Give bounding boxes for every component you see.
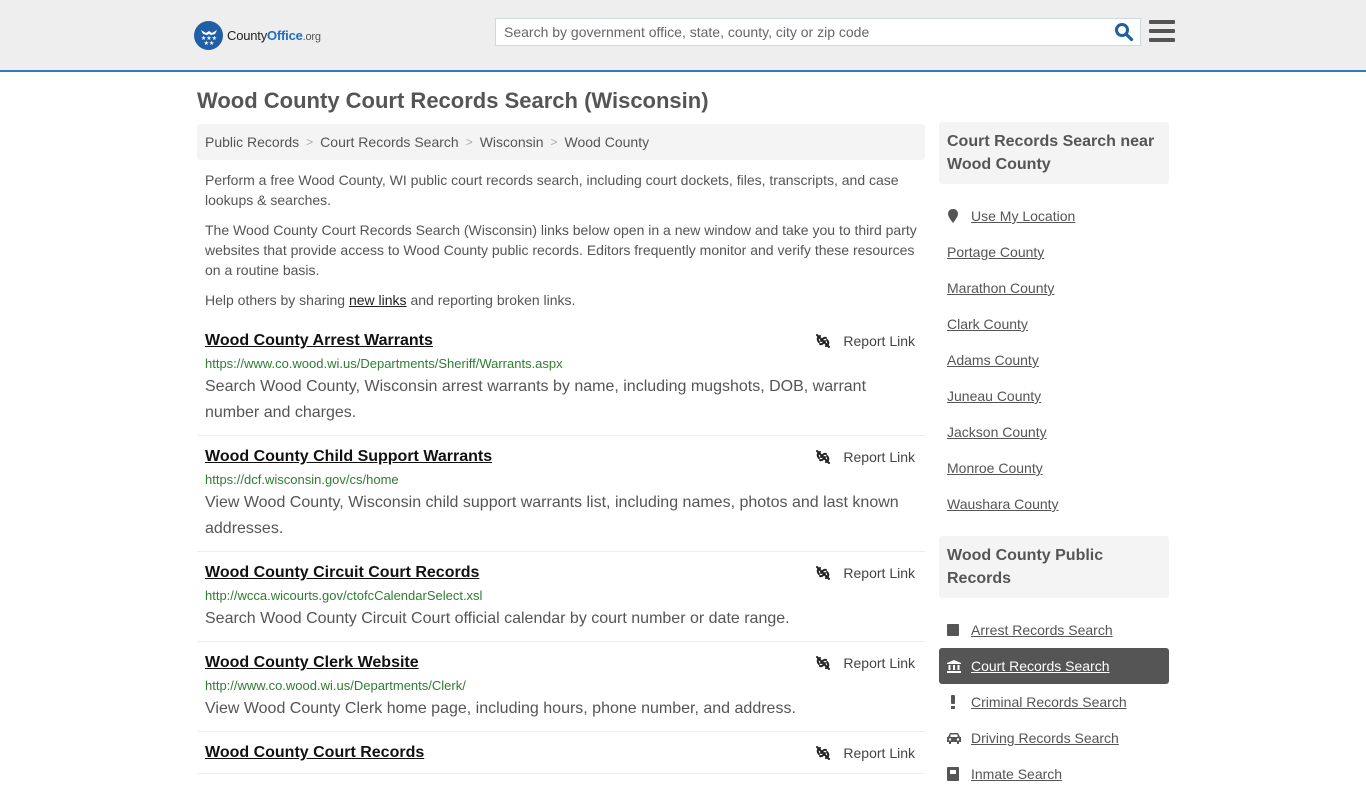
broken-link-icon	[816, 334, 831, 348]
result-url[interactable]: https://www.co.wood.wi.us/Departments/Sh…	[205, 354, 917, 374]
sidebar: Court Records Search near Wood County Us…	[939, 122, 1169, 806]
broken-link-icon	[816, 566, 831, 580]
sidebar-item-inmate-search[interactable]: Inmate Search	[939, 756, 1169, 792]
nearby-county-item: Jackson County	[939, 414, 1169, 450]
result-item: Wood County Arrest Warrants Report Link …	[197, 320, 925, 436]
sidebar-item-arrest-records[interactable]: Arrest Records Search	[939, 612, 1169, 648]
breadcrumb-wisconsin[interactable]: Wisconsin	[480, 134, 544, 150]
menu-bar	[1149, 29, 1175, 33]
map-marker-icon	[947, 209, 963, 223]
use-location-item: Use My Location	[939, 198, 1169, 234]
breadcrumb-separator: >	[465, 135, 473, 149]
nearby-county-item: Adams County	[939, 342, 1169, 378]
report-link-button[interactable]: Report Link	[815, 449, 915, 465]
public-records-heading: Wood County Public Records	[939, 536, 1169, 598]
nearby-county-item: Waushara County	[939, 486, 1169, 522]
breadcrumb-separator: >	[550, 135, 558, 149]
nearby-heading: Court Records Search near Wood County	[939, 122, 1169, 184]
broken-link-icon	[816, 450, 831, 464]
site-header: ★★★ ★★ CountyOffice.org	[0, 0, 1366, 72]
car-icon	[947, 732, 963, 744]
eagle-stars-logo-icon: ★★★ ★★	[194, 20, 223, 50]
results-list: Wood County Arrest Warrants Report Link …	[197, 320, 925, 774]
result-item: Wood County Clerk Website Report Link ht…	[197, 642, 925, 732]
broken-link-icon	[816, 656, 831, 670]
public-records-list: Arrest Records Search Court Records Sear…	[939, 612, 1169, 792]
new-links-link[interactable]: new links	[349, 292, 407, 308]
breadcrumb-separator: >	[306, 135, 314, 149]
result-description: Search Wood County Circuit Court officia…	[205, 610, 790, 627]
nearby-county-item: Monroe County	[939, 450, 1169, 486]
report-link-button[interactable]: Report Link	[815, 745, 915, 761]
result-description: View Wood County Clerk home page, includ…	[205, 700, 796, 717]
intro-text: Perform a free Wood County, WI public co…	[197, 170, 925, 310]
result-title-link[interactable]: Wood County Clerk Website	[205, 652, 419, 674]
county-link-marathon[interactable]: Marathon County	[947, 280, 1054, 296]
nearby-county-item: Clark County	[939, 306, 1169, 342]
search-icon	[1115, 23, 1134, 42]
report-link-button[interactable]: Report Link	[815, 333, 915, 349]
logo-wordmark: CountyOffice.org	[227, 27, 321, 43]
report-link-button[interactable]: Report Link	[815, 565, 915, 581]
breadcrumb-wood-county[interactable]: Wood County	[565, 134, 650, 150]
result-description: Search Wood County, Wisconsin arrest war…	[205, 378, 867, 421]
intro-paragraph: Perform a free Wood County, WI public co…	[205, 172, 899, 208]
courthouse-icon	[947, 659, 963, 673]
inmate-icon	[947, 767, 963, 781]
use-my-location-link[interactable]: Use My Location	[971, 208, 1075, 224]
report-link-button[interactable]: Report Link	[815, 655, 915, 671]
result-title-link[interactable]: Wood County Arrest Warrants	[205, 330, 433, 352]
result-url[interactable]: https://dcf.wisconsin.gov/cs/home	[205, 470, 917, 490]
sidebar-item-criminal-records[interactable]: Criminal Records Search	[939, 684, 1169, 720]
breadcrumb: Public Records > Court Records Search > …	[197, 124, 925, 160]
county-link-monroe[interactable]: Monroe County	[947, 460, 1043, 476]
square-icon	[947, 624, 963, 636]
county-link-juneau[interactable]: Juneau County	[947, 388, 1041, 404]
result-title-link[interactable]: Wood County Child Support Warrants	[205, 446, 492, 468]
search-button[interactable]	[1108, 19, 1140, 45]
county-link-portage[interactable]: Portage County	[947, 244, 1044, 260]
breadcrumb-court-records-search[interactable]: Court Records Search	[320, 134, 459, 150]
result-url[interactable]: http://wcca.wicourts.gov/ctofcCalendarSe…	[205, 586, 917, 606]
nearby-county-item: Juneau County	[939, 378, 1169, 414]
sidebar-item-driving-records[interactable]: Driving Records Search	[939, 720, 1169, 756]
county-link-clark[interactable]: Clark County	[947, 316, 1028, 332]
site-logo[interactable]: ★★★ ★★ CountyOffice.org	[194, 20, 321, 50]
nearby-county-item: Marathon County	[939, 270, 1169, 306]
intro-paragraph: The Wood County Court Records Search (Wi…	[205, 222, 917, 278]
result-url[interactable]: http://www.co.wood.wi.us/Departments/Cle…	[205, 676, 917, 696]
menu-bar	[1149, 20, 1175, 24]
county-link-adams[interactable]: Adams County	[947, 352, 1039, 368]
main-content: Public Records > Court Records Search > …	[197, 124, 925, 774]
hamburger-menu-button[interactable]	[1149, 19, 1175, 43]
breadcrumb-public-records[interactable]: Public Records	[205, 134, 299, 150]
share-links-paragraph: Help others by sharing new links and rep…	[205, 292, 576, 308]
result-title-link[interactable]: Wood County Court Records	[205, 742, 424, 764]
nearby-counties-list: Use My Location Portage County Marathon …	[939, 198, 1169, 522]
nearby-county-item: Portage County	[939, 234, 1169, 270]
menu-bar	[1149, 38, 1175, 42]
county-link-jackson[interactable]: Jackson County	[947, 424, 1047, 440]
result-title-link[interactable]: Wood County Circuit Court Records	[205, 562, 479, 584]
result-description: View Wood County, Wisconsin child suppor…	[205, 494, 899, 537]
page-title: Wood County Court Records Search (Wiscon…	[197, 88, 709, 113]
county-link-waushara[interactable]: Waushara County	[947, 496, 1059, 512]
broken-link-icon	[816, 746, 831, 760]
svg-text:★★: ★★	[203, 40, 214, 46]
exclamation-icon	[947, 695, 963, 709]
search-input[interactable]	[496, 19, 1108, 45]
result-item: Wood County Child Support Warrants Repor…	[197, 436, 925, 552]
sidebar-item-court-records[interactable]: Court Records Search	[939, 648, 1169, 684]
result-item: Wood County Circuit Court Records Report…	[197, 552, 925, 642]
site-search	[495, 18, 1141, 46]
